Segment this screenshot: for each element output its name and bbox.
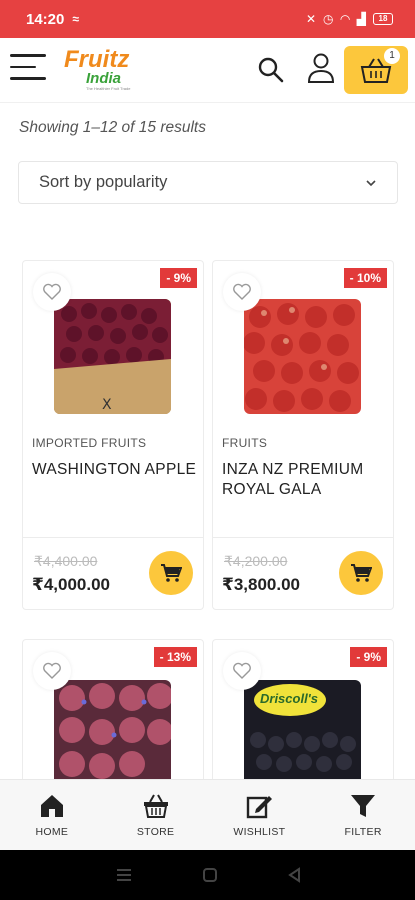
card-divider — [23, 537, 203, 538]
product-card[interactable]: Driscoll's - 9% — [212, 639, 394, 789]
nav-label: FILTER — [344, 826, 382, 838]
wishlist-heart-icon[interactable] — [223, 273, 261, 311]
product-card[interactable]: X - 9% IMPORTED FRUITS WASHINGTON APPLE … — [22, 260, 204, 610]
chevron-down-icon — [366, 179, 376, 186]
wishlist-heart-icon[interactable] — [33, 273, 71, 311]
cart-button[interactable]: 1 — [344, 46, 408, 94]
home-icon — [40, 795, 63, 817]
back-icon[interactable] — [287, 867, 301, 883]
product-category[interactable]: FRUITS — [222, 436, 267, 450]
discount-badge: - 9% — [350, 647, 387, 667]
home-button-icon[interactable] — [202, 867, 218, 883]
discount-badge: - 10% — [343, 268, 387, 288]
sort-value: Sort by popularity — [39, 173, 168, 191]
status-icon-left: ≈ — [72, 12, 79, 26]
logo-tagline: The Healthier Fruit Trade — [86, 86, 131, 91]
bottom-nav: HOME STORE WISHLIST FILTER — [0, 779, 415, 850]
sale-price: ₹3,800.00 — [222, 575, 301, 594]
nav-label: STORE — [136, 826, 175, 838]
sale-price: ₹4,000.00 — [32, 575, 111, 594]
cart-icon — [161, 564, 182, 582]
search-icon[interactable] — [257, 56, 285, 84]
app-header: Fruitz India The Healthier Fruit Trade 1 — [0, 38, 415, 102]
sort-select[interactable]: Sort by popularity — [18, 161, 398, 204]
user-icon[interactable] — [306, 52, 336, 84]
svg-text:X: X — [102, 397, 112, 413]
add-to-cart-button[interactable] — [339, 551, 383, 595]
original-price: ₹4,400.00 — [34, 553, 98, 569]
product-category[interactable]: IMPORTED FRUITS — [32, 436, 146, 450]
basket-icon — [143, 794, 168, 818]
status-time: 14:20 — [26, 10, 65, 28]
alarm-icon: ◷ — [323, 12, 334, 26]
status-bar: 14:20 ≈ ✕ ◷ ◠ ▟ 18 — [0, 0, 415, 38]
logo[interactable]: Fruitz India The Healthier Fruit Trade — [64, 48, 134, 94]
brand-label: Driscoll's — [260, 691, 319, 706]
battery-icon: 18 — [373, 13, 393, 25]
discount-badge: - 9% — [160, 268, 197, 288]
product-name[interactable]: WASHINGTON APPLE — [32, 460, 197, 480]
wishlist-heart-icon[interactable] — [33, 652, 71, 690]
header-divider — [0, 102, 415, 103]
cart-count-badge: 1 — [384, 48, 400, 64]
nav-store[interactable]: STORE — [104, 780, 208, 850]
nav-label: WISHLIST — [233, 826, 286, 838]
status-icons: ✕ ◷ ◠ ▟ 18 — [306, 12, 393, 26]
nav-label: HOME — [35, 826, 69, 838]
logo-line1: Fruitz — [64, 46, 130, 73]
product-card[interactable]: - 10% FRUITS INZA NZ PREMIUM ROYAL GALA … — [212, 260, 394, 610]
product-name[interactable]: INZA NZ PREMIUM ROYAL GALA — [222, 460, 387, 500]
product-image[interactable]: X — [54, 299, 171, 414]
product-card[interactable]: - 13% — [22, 639, 204, 789]
product-image[interactable] — [54, 680, 171, 788]
edit-icon — [247, 796, 273, 819]
original-price: ₹4,200.00 — [224, 553, 288, 569]
product-image[interactable] — [244, 299, 361, 414]
cart-icon — [351, 564, 372, 582]
system-nav-bar — [0, 850, 415, 900]
nav-home[interactable]: HOME — [0, 780, 104, 850]
recent-apps-icon[interactable] — [115, 868, 133, 882]
menu-icon[interactable] — [10, 54, 46, 84]
mute-icon: ✕ — [305, 12, 317, 26]
logo-line2: India — [86, 70, 122, 87]
wifi-icon: ◠ — [340, 12, 350, 26]
product-image[interactable]: Driscoll's — [244, 680, 361, 788]
discount-badge: - 13% — [153, 647, 197, 667]
card-divider — [213, 537, 393, 538]
add-to-cart-button[interactable] — [149, 551, 193, 595]
nav-wishlist[interactable]: WISHLIST — [208, 780, 312, 850]
wishlist-heart-icon[interactable] — [223, 652, 261, 690]
filter-icon — [351, 795, 376, 817]
signal-icon: ▟ — [356, 12, 366, 26]
result-count: Showing 1–12 of 15 results — [19, 119, 206, 136]
nav-filter[interactable]: FILTER — [311, 780, 415, 850]
